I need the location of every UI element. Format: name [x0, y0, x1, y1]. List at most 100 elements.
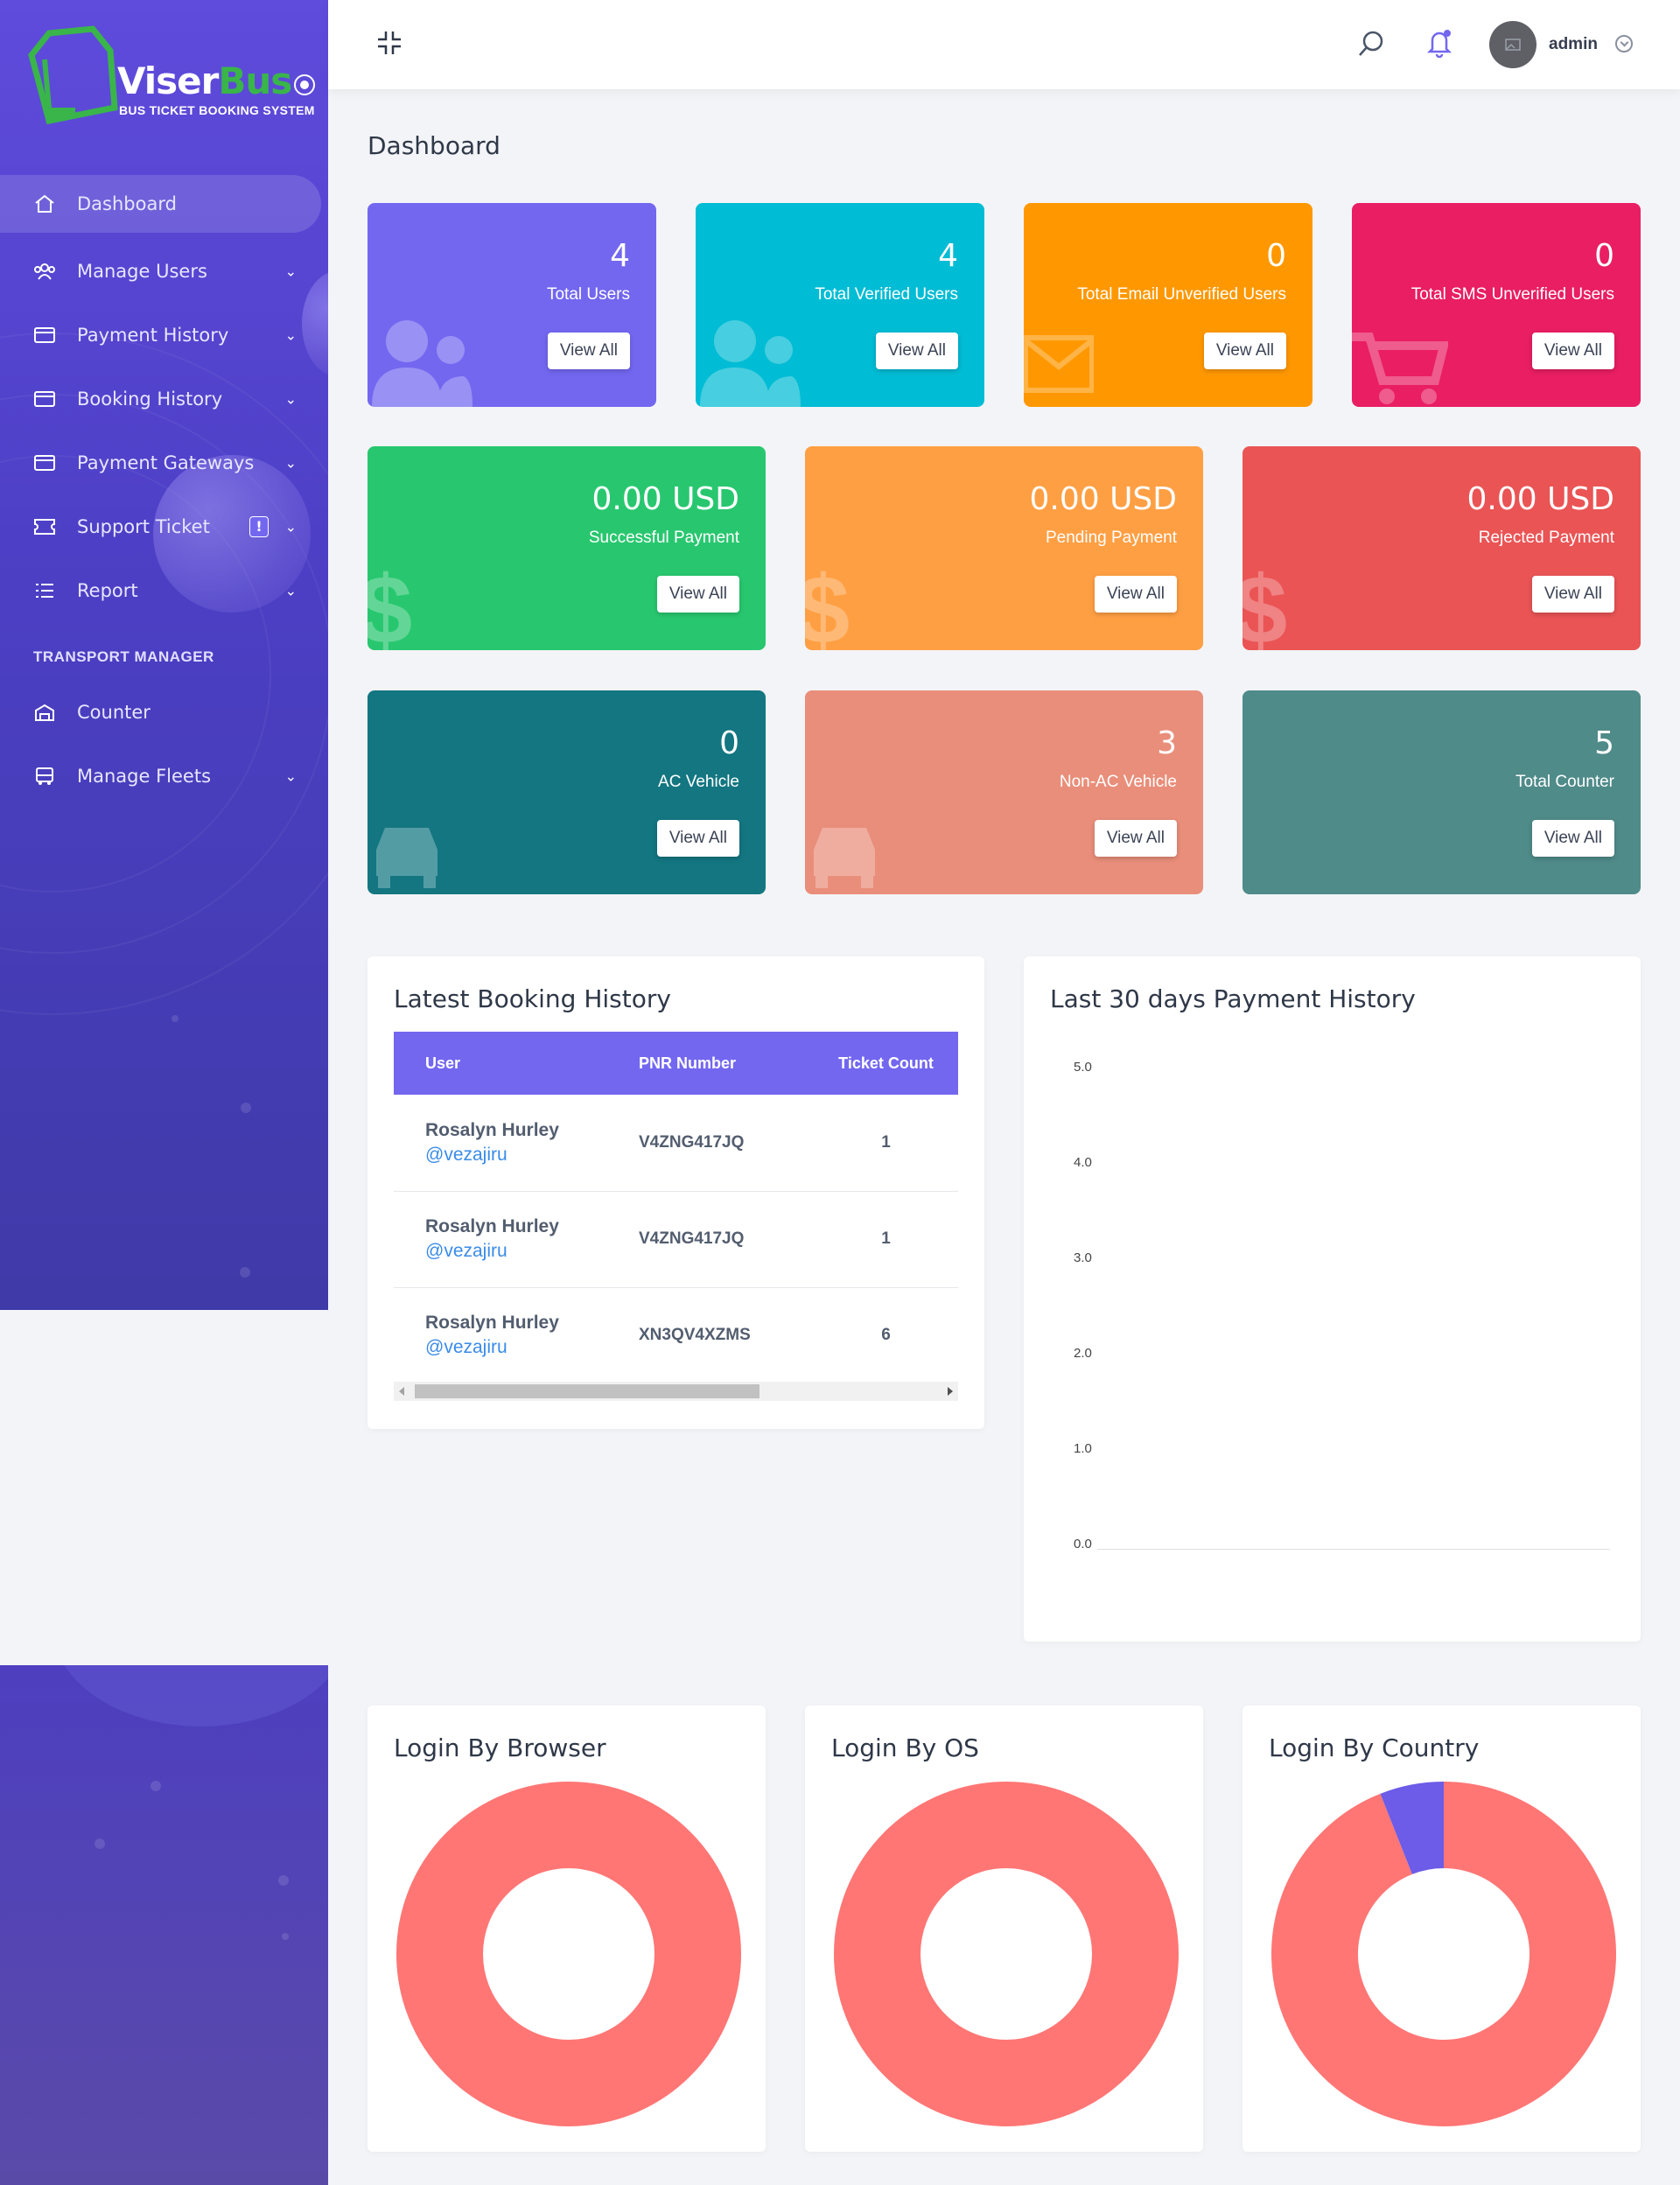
- scroll-left-icon[interactable]: [399, 1387, 404, 1396]
- view-all-button[interactable]: View All: [1203, 333, 1286, 369]
- user-handle-link[interactable]: @vezajiru: [425, 1337, 639, 1358]
- chevron-down-icon: ⌄: [284, 263, 297, 279]
- building-icon: [33, 703, 56, 722]
- list-icon: [33, 581, 56, 600]
- pie-slice[interactable]: [834, 1782, 1179, 2126]
- alert-badge: !: [249, 515, 269, 537]
- view-all-button[interactable]: View All: [875, 333, 958, 369]
- bell-icon[interactable]: [1425, 28, 1453, 58]
- view-all-button[interactable]: View All: [547, 333, 630, 369]
- login-by-os-donut: [834, 1782, 1179, 2126]
- ticket-count-cell: 6: [881, 1326, 891, 1345]
- login-by-browser-panel: Login By Browser: [368, 1705, 766, 2152]
- table-row: Rosalyn Hurley @vezajiru V4ZNG417JQ 1: [394, 1095, 958, 1192]
- y-tick-label: 0.0: [1074, 1537, 1092, 1551]
- y-tick-label: 5.0: [1074, 1060, 1092, 1075]
- widget-value: 3: [1157, 725, 1177, 761]
- widget-pending-payment: $ 0.00 USD Pending Payment View All: [805, 446, 1203, 650]
- view-all-button[interactable]: View All: [1531, 820, 1614, 857]
- widget-label: Non-AC Vehicle: [1059, 773, 1177, 791]
- widget-value: 0.00 USD: [1466, 481, 1614, 517]
- compress-icon[interactable]: [376, 30, 402, 56]
- widget-rejected-payment: $ 0.00 USD Rejected Payment View All: [1242, 446, 1641, 650]
- widget-sms-unverified-users: 0 Total SMS Unverified Users View All: [1352, 203, 1641, 407]
- brand-tagline: BUS TICKET BOOKING SYSTEM: [119, 103, 315, 117]
- widget-total-counter: 5 Total Counter View All: [1242, 690, 1641, 894]
- sidebar-item-payment-history[interactable]: Payment History ⌄: [0, 303, 328, 367]
- user-handle-link[interactable]: @vezajiru: [425, 1241, 639, 1262]
- user-name: Rosalyn Hurley: [425, 1313, 559, 1334]
- panel-title: Login By OS: [831, 1733, 979, 1762]
- widget-label: Total Counter: [1515, 773, 1614, 791]
- dollar-icon: $: [1242, 557, 1288, 651]
- sidebar-item-label: Manage Fleets: [77, 765, 212, 787]
- sidebar-section-title: TRANSPORT MANAGER: [33, 648, 214, 665]
- sidebar-item-dashboard[interactable]: Dashboard: [0, 175, 321, 233]
- users-icon: [372, 320, 472, 407]
- pie-slice[interactable]: [396, 1782, 741, 2126]
- car-icon: [376, 828, 438, 888]
- sidebar-item-manage-users[interactable]: Manage Users ⌄: [0, 239, 328, 303]
- widget-label: Rejected Payment: [1478, 529, 1614, 547]
- widget-value: 0.00 USD: [592, 481, 739, 517]
- sidebar-item-label: Counter: [77, 701, 150, 723]
- booking-table: User PNR Number Ticket Count Rosalyn Hur…: [394, 1032, 958, 1383]
- horizontal-scrollbar[interactable]: [394, 1382, 958, 1401]
- view-all-button[interactable]: View All: [1531, 333, 1614, 369]
- credit-card-icon: [33, 326, 56, 345]
- table-header-row: User PNR Number Ticket Count: [394, 1032, 958, 1095]
- top-navbar: admin: [328, 0, 1680, 89]
- sidebar-item-payment-gateways[interactable]: Payment Gateways ⌄: [0, 431, 328, 494]
- booking-history-panel: Latest Booking History User PNR Number T…: [368, 956, 984, 1429]
- ticket-icon: [33, 517, 56, 536]
- payment-history-panel: Last 30 days Payment History 5.0 4.0 3.0…: [1024, 956, 1641, 1642]
- chevron-down-icon[interactable]: [1615, 35, 1633, 53]
- y-tick-label: 1.0: [1074, 1441, 1092, 1456]
- view-all-button[interactable]: View All: [656, 820, 739, 857]
- chevron-down-icon: ⌄: [284, 582, 297, 599]
- widget-value: 0: [1266, 238, 1286, 274]
- view-all-button[interactable]: View All: [1094, 576, 1177, 613]
- scrollbar-thumb[interactable]: [415, 1384, 760, 1398]
- widget-non-ac-vehicle: 3 Non-AC Vehicle View All: [805, 690, 1203, 894]
- widget-total-users: 4 Total Users View All: [368, 203, 656, 407]
- widget-total-verified-users: 4 Total Verified Users View All: [696, 203, 984, 407]
- user-name: Rosalyn Hurley: [425, 1216, 559, 1236]
- sidebar-item-report[interactable]: Report ⌄: [0, 558, 328, 622]
- table-row: Rosalyn Hurley @vezajiru V4ZNG417JQ 1: [394, 1191, 958, 1288]
- sidebar-nav: Dashboard Manage Users ⌄ Payment History…: [0, 175, 328, 808]
- panel-title: Latest Booking History: [394, 984, 671, 1013]
- chevron-down-icon: ⌄: [284, 518, 297, 535]
- chevron-down-icon: ⌄: [284, 390, 297, 407]
- brand-logo[interactable]: ViserBus BUS TICKET BOOKING SYSTEM: [23, 25, 314, 130]
- users-icon: [700, 320, 801, 407]
- user-name: Rosalyn Hurley: [425, 1119, 559, 1140]
- ticket-count-cell: 1: [814, 1095, 958, 1192]
- user-name[interactable]: admin: [1549, 35, 1598, 54]
- view-all-button[interactable]: View All: [656, 576, 739, 613]
- view-all-button[interactable]: View All: [1531, 576, 1614, 613]
- widget-value: 0.00 USD: [1029, 481, 1177, 517]
- search-icon[interactable]: [1357, 30, 1385, 58]
- sidebar-item-label: Report: [77, 579, 138, 601]
- credit-card-icon: [33, 453, 56, 473]
- view-all-button[interactable]: View All: [1094, 820, 1177, 857]
- ticket-count-cell: 1: [814, 1191, 958, 1288]
- login-by-country-panel: Login By Country: [1242, 1705, 1641, 2152]
- sidebar-toggle-button[interactable]: [294, 74, 315, 95]
- login-by-browser-donut: [396, 1782, 741, 2126]
- user-handle-link[interactable]: @vezajiru: [425, 1145, 639, 1166]
- sidebar-item-manage-fleets[interactable]: Manage Fleets ⌄: [0, 744, 328, 808]
- bus-icon: [33, 767, 56, 786]
- panel-title: Login By Country: [1269, 1733, 1480, 1762]
- sidebar-item-label: Payment History: [77, 324, 229, 346]
- avatar[interactable]: [1489, 21, 1536, 68]
- sidebar-item-counter[interactable]: Counter: [0, 680, 328, 744]
- shopping-cart-icon: [1352, 333, 1448, 404]
- sidebar-item-booking-history[interactable]: Booking History ⌄: [0, 367, 328, 431]
- x-axis-line: [1097, 1549, 1610, 1550]
- sidebar-item-label: Payment Gateways: [77, 452, 255, 473]
- sidebar-item-support-ticket[interactable]: Support Ticket ! ⌄: [0, 494, 328, 558]
- scroll-right-icon[interactable]: [948, 1387, 953, 1396]
- panel-title: Login By Browser: [394, 1733, 606, 1762]
